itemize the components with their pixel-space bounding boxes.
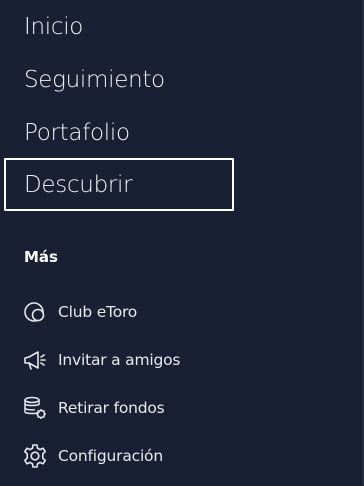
menu-item-club-etoro[interactable]: Club eToro	[22, 299, 322, 325]
withdraw-icon	[24, 396, 46, 419]
menu-item-label: Configuración	[58, 447, 163, 465]
gear-icon	[24, 444, 46, 468]
club-icon	[24, 302, 45, 322]
megaphone-icon	[24, 351, 46, 370]
menu-item-configuracion[interactable]: Configuración	[22, 443, 322, 469]
menu-item-label: Club eToro	[58, 303, 138, 321]
menu-item-label: Retirar fondos	[58, 399, 165, 417]
nav-item-descubrir[interactable]: Descubrir	[24, 170, 133, 200]
section-title-mas: Más	[24, 248, 58, 266]
menu-item-label: Invitar a amigos	[58, 351, 181, 369]
nav-item-inicio[interactable]: Inicio	[24, 12, 83, 42]
nav-item-seguimiento[interactable]: Seguimiento	[24, 65, 165, 95]
menu-item-retirar-fondos[interactable]: Retirar fondos	[22, 395, 322, 421]
menu-item-invitar-amigos[interactable]: Invitar a amigos	[22, 347, 322, 373]
nav-item-portafolio[interactable]: Portafolio	[24, 118, 130, 148]
